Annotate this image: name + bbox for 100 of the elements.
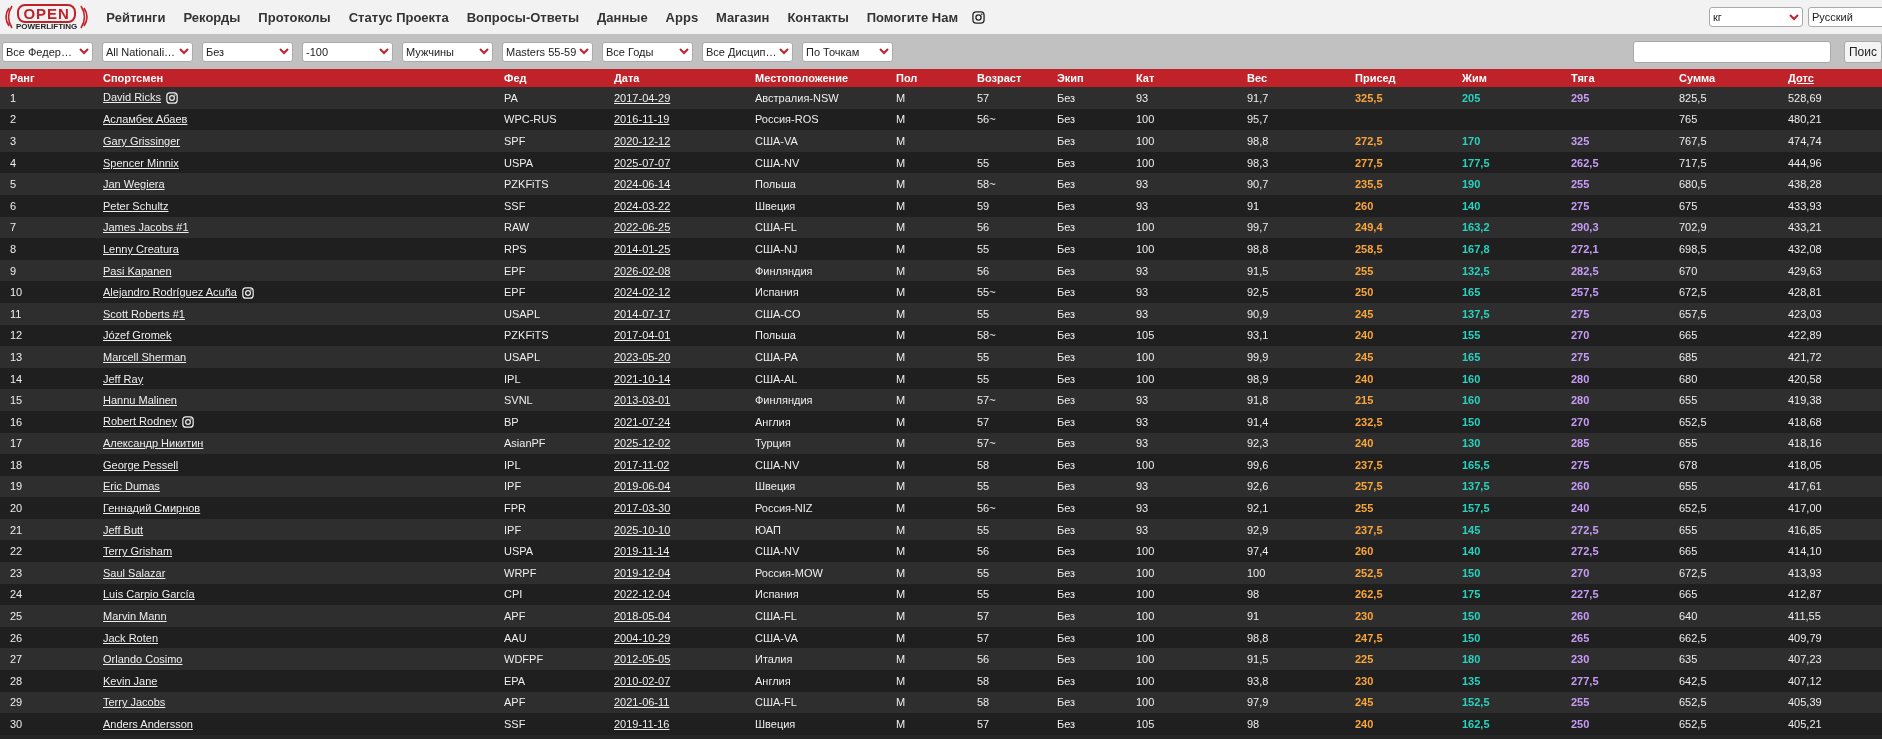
column-header[interactable]: Местоположение [745, 69, 886, 87]
search-field[interactable] [1633, 40, 1831, 63]
date-link[interactable]: 2019-11-16 [614, 718, 670, 730]
athlete-link[interactable]: Saul Salazar [103, 566, 166, 579]
athlete-link[interactable]: Marcell Sherman [103, 350, 187, 363]
filter-dropdown[interactable]: Мужчины [402, 41, 493, 62]
search-button[interactable]: Поис [1844, 40, 1882, 63]
date-link[interactable]: 2021-06-11 [614, 696, 670, 709]
athlete-link[interactable]: Peter Schultz [103, 199, 169, 212]
athlete-link[interactable]: James Jacobs #1 [103, 221, 189, 234]
nav-link[interactable]: Рейтинги [97, 9, 175, 25]
filter-dropdown[interactable]: Все Годы [602, 41, 693, 62]
logo[interactable]: OPEN POWERLIFTING [4, 3, 90, 31]
column-header[interactable]: Дата [604, 69, 745, 87]
date-link[interactable]: 2017-04-29 [614, 91, 671, 104]
filter-dropdown[interactable]: All Nationali… [102, 41, 193, 62]
date-link[interactable]: 2025-12-02 [614, 437, 671, 450]
nav-link[interactable]: Apps [656, 9, 708, 25]
filter-dropdown[interactable]: Все Федер… [2, 41, 93, 62]
date-link[interactable]: 2012-05-05 [614, 653, 671, 666]
athlete-link[interactable]: Anders Andersson [103, 718, 193, 730]
language-select[interactable]: Русский [1808, 7, 1882, 27]
athlete-link[interactable]: Hannu Malinen [103, 394, 177, 407]
column-header[interactable]: Вес [1237, 69, 1345, 87]
filter-dropdown[interactable]: -100 [302, 41, 393, 62]
filter-dropdown[interactable]: По Точкам [802, 41, 893, 62]
athlete-link[interactable]: Александр Никитин [103, 437, 204, 450]
column-header[interactable]: Фед [494, 69, 604, 87]
athlete-link[interactable]: Jeff Butt [103, 523, 144, 536]
athlete-link[interactable]: Pasi Kapanen [103, 264, 172, 277]
nav-link[interactable]: Рекорды [174, 9, 250, 25]
athlete-link[interactable]: Alejandro Rodríguez Acuña [103, 285, 237, 298]
date-link[interactable]: 2025-10-10 [614, 523, 671, 536]
date-link[interactable]: 2024-03-22 [614, 199, 671, 212]
athlete-link[interactable]: George Pessell [103, 458, 179, 471]
unit-select[interactable]: кг [1709, 7, 1803, 27]
athlete-link[interactable]: Jack Roten [103, 631, 159, 644]
date-link[interactable]: 2022-06-25 [614, 221, 671, 234]
date-link[interactable]: 2025-07-07 [614, 156, 671, 169]
column-header[interactable]: Присед [1345, 69, 1452, 87]
date-link[interactable]: 2021-10-14 [614, 372, 671, 385]
athlete-link[interactable]: Terry Jacobs [103, 696, 166, 709]
athlete-link[interactable]: Spencer Minnix [103, 156, 179, 169]
date-link[interactable]: 2018-05-04 [614, 610, 671, 623]
athlete-link[interactable]: Jeff Ray [103, 372, 144, 385]
athlete-link[interactable]: Eric Dumas [103, 480, 160, 493]
athlete-link[interactable]: Robert Rodney [103, 415, 177, 428]
date-link[interactable]: 2017-11-02 [614, 458, 670, 471]
date-link[interactable]: 2013-03-01 [614, 394, 671, 407]
athlete-link[interactable]: Gary Grissinger [103, 135, 181, 147]
column-header[interactable]: Жим [1452, 69, 1561, 87]
athlete-link[interactable]: David Ricks [103, 91, 162, 104]
instagram-icon[interactable] [972, 10, 986, 24]
column-header[interactable]: Кат [1126, 69, 1237, 87]
date-link[interactable]: 2017-04-01 [614, 329, 671, 342]
date-link[interactable]: 2020-12-12 [614, 135, 671, 147]
athlete-link[interactable]: Marvin Mann [103, 610, 167, 623]
nav-link[interactable]: Данные [588, 9, 657, 25]
filter-dropdown[interactable]: Masters 55-59 [502, 41, 593, 62]
filter-dropdown[interactable]: Все Дисцип… [702, 41, 793, 62]
date-link[interactable]: 2004-10-29 [614, 631, 671, 644]
date-link[interactable]: 2023-05-20 [614, 350, 671, 363]
date-link[interactable]: 2026-02-08 [614, 264, 671, 277]
athlete-link[interactable]: Scott Roberts #1 [103, 307, 185, 320]
athlete-link[interactable]: Геннадий Смирнов [103, 502, 201, 515]
nav-link[interactable]: Помогите Нам [857, 9, 968, 25]
filter-dropdown[interactable]: Без [202, 41, 293, 62]
date-link[interactable]: 2022-12-04 [614, 588, 671, 601]
nav-link[interactable]: Статус Проекта [339, 9, 458, 25]
column-header[interactable]: Экип [1047, 69, 1126, 87]
date-link[interactable]: 2019-12-04 [614, 566, 671, 579]
athlete-link[interactable]: Lenny Creatura [103, 242, 179, 255]
date-link[interactable]: 2024-06-14 [614, 178, 671, 191]
column-header[interactable]: Ранг [0, 69, 93, 87]
date-link[interactable]: 2010-02-07 [614, 674, 671, 687]
date-link[interactable]: 2019-06-04 [614, 480, 671, 493]
nav-link[interactable]: Протоколы [249, 9, 340, 25]
date-link[interactable]: 2021-07-24 [614, 415, 671, 428]
column-header[interactable]: Пол [886, 69, 967, 87]
date-link[interactable]: 2019-11-14 [614, 545, 670, 558]
athlete-link[interactable]: Jan Wegiera [103, 178, 165, 191]
athlete-link[interactable]: Kevin Jane [103, 674, 158, 687]
column-header[interactable]: Возраст [967, 69, 1047, 87]
athlete-link[interactable]: Orlando Cosimo [103, 653, 183, 666]
nav-link[interactable]: Вопросы-Ответы [457, 9, 589, 25]
column-header[interactable]: Спортсмен [93, 69, 494, 87]
column-header[interactable]: Тяга [1561, 69, 1669, 87]
column-header[interactable]: Сумма [1669, 69, 1778, 87]
athlete-link[interactable]: Асламбек Абаев [103, 113, 188, 126]
nav-link[interactable]: Контакты [778, 9, 858, 25]
date-link[interactable]: 2016-11-19 [614, 113, 670, 126]
nav-link[interactable]: Магазин [707, 9, 779, 25]
athlete-link[interactable]: Józef Gromek [103, 329, 172, 342]
athlete-link[interactable]: Terry Grisham [103, 545, 173, 558]
date-link[interactable]: 2024-02-12 [614, 286, 671, 299]
athlete-link[interactable]: Luis Carpio García [103, 588, 195, 601]
date-link[interactable]: 2017-03-30 [614, 502, 671, 515]
date-link[interactable]: 2014-01-25 [614, 242, 671, 255]
date-link[interactable]: 2014-07-17 [614, 307, 671, 320]
column-header[interactable]: Дотс [1778, 69, 1882, 87]
